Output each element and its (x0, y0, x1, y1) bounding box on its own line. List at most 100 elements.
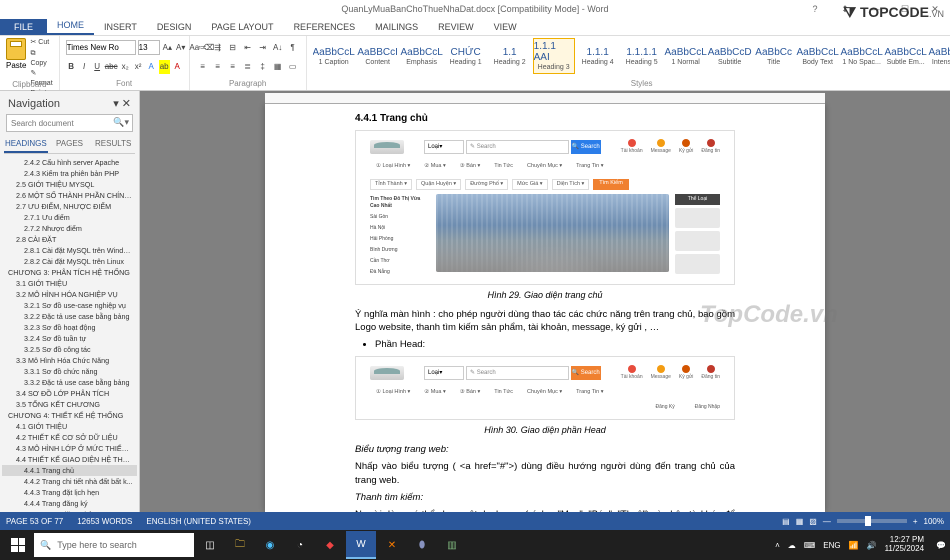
strike-icon[interactable]: abc (105, 60, 118, 74)
nav-item[interactable]: CHƯƠNG 4: THIẾT KẾ HỆ THỐNG (2, 410, 137, 421)
zoom-slider[interactable] (837, 519, 907, 523)
nav-item[interactable]: 3.3.2 Đặc tả use case bằng bảng (2, 377, 137, 388)
style-tile[interactable]: 1.1.1 AAIHeading 3 (533, 38, 575, 74)
nav-item[interactable]: 3.1 GIỚI THIỆU (2, 278, 137, 289)
align-center-icon[interactable]: ≡ (211, 60, 225, 74)
nav-item[interactable]: 3.2.2 Đặc tả use case bằng bảng (2, 311, 137, 322)
nav-close-icon[interactable]: ▾ ✕ (113, 97, 131, 110)
tray-keyboard-icon[interactable]: ⌨ (804, 541, 816, 550)
tab-review[interactable]: REVIEW (428, 19, 484, 35)
inc-indent-icon[interactable]: ⇥ (256, 40, 270, 54)
tab-references[interactable]: REFERENCES (284, 19, 366, 35)
tab-page-layout[interactable]: PAGE LAYOUT (201, 19, 283, 35)
nav-item[interactable]: 3.2.4 Sơ đồ tuần tự (2, 333, 137, 344)
italic-icon[interactable]: I (79, 60, 90, 74)
nav-item[interactable]: 3.2.1 Sơ đồ use-case nghiệp vụ (2, 300, 137, 311)
style-tile[interactable]: AaBBCcIContent (357, 38, 399, 74)
cut-button[interactable]: ✂ Cut (30, 38, 52, 48)
task-view-icon[interactable]: ◫ (196, 531, 224, 559)
font-name-input[interactable] (66, 40, 136, 55)
nav-tab-results[interactable]: RESULTS (91, 136, 135, 153)
bold-icon[interactable]: B (66, 60, 77, 74)
line-spacing-icon[interactable]: ‡ (256, 60, 270, 74)
nav-item[interactable]: 3.3.1 Sơ đồ chức năng (2, 366, 137, 377)
nav-tab-pages[interactable]: PAGES (48, 136, 92, 153)
tab-mailings[interactable]: MAILINGS (365, 19, 428, 35)
grow-font-icon[interactable]: A▴ (162, 40, 173, 54)
tab-design[interactable]: DESIGN (147, 19, 202, 35)
search-icon[interactable]: 🔍▾ (113, 117, 129, 128)
nav-item[interactable]: 4.4.2 Trang chi tiết nhà đất bất k... (2, 476, 137, 487)
style-tile[interactable]: 1.1Heading 2 (489, 38, 531, 74)
justify-icon[interactable]: ≣ (241, 60, 255, 74)
nav-item[interactable]: 4.2 THIẾT KẾ CƠ SỞ DỮ LIỆU (2, 432, 137, 443)
nav-item[interactable]: 3.3 Mô Hình Hóa Chức Năng (2, 355, 137, 366)
nav-tree[interactable]: 2.4.2 Cấu hình server Apache2.4.3 Kiểm t… (0, 154, 139, 512)
sort-icon[interactable]: A↓ (271, 40, 285, 54)
style-tile[interactable]: AaBbCcL1 No Spac... (841, 38, 883, 74)
notepad-icon[interactable]: ▥ (438, 531, 466, 559)
page[interactable]: 4.4.1 Trang chủ Loại ▾ ✎ Search 🔍 Search… (265, 104, 825, 512)
document-area[interactable]: 4.4.1 Trang chủ Loại ▾ ✎ Search 🔍 Search… (140, 91, 950, 512)
nav-item[interactable]: 2.8 CÀI ĐẶT (2, 234, 137, 245)
font-size-input[interactable] (138, 40, 160, 55)
dec-indent-icon[interactable]: ⇤ (241, 40, 255, 54)
shading-icon[interactable]: ▦ (271, 60, 285, 74)
bullets-icon[interactable]: ≔ (196, 40, 210, 54)
style-tile[interactable]: AaBbCcL1 Caption (313, 38, 355, 74)
style-tile[interactable]: 1.1.1.1Heading 5 (621, 38, 663, 74)
nav-item[interactable]: 2.8.1 Cài đặt MySQL trên Windo... (2, 245, 137, 256)
chrome-icon[interactable]: ◔ (286, 531, 314, 559)
superscript-icon[interactable]: x² (133, 60, 144, 74)
nav-item[interactable]: 4.3 MÔ HÌNH LỚP Ở MỨC THIẾT KẾ (2, 443, 137, 454)
nav-item[interactable]: 2.4.3 Kiểm tra phiên bản PHP (2, 168, 137, 179)
view-web-icon[interactable]: ▨ (809, 517, 817, 526)
tray-up-icon[interactable]: ˄ (775, 541, 780, 550)
tray-language-icon[interactable]: ENG (823, 541, 840, 550)
subscript-icon[interactable]: x₂ (120, 60, 131, 74)
style-tile[interactable]: CHỨCHeading 1 (445, 38, 487, 74)
explorer-icon[interactable]: 🗀 (226, 531, 254, 559)
nav-item[interactable]: 4.4 THIẾT KẾ GIAO DIỆN HỆ THỐNG (2, 454, 137, 465)
highlight-icon[interactable]: ab (159, 60, 170, 74)
zoom-value[interactable]: 100% (924, 517, 944, 526)
tray-wifi-icon[interactable]: 📶 (849, 541, 859, 550)
tab-file[interactable]: FILE (0, 19, 47, 35)
font-color-icon[interactable]: A (172, 60, 183, 74)
tray-cloud-icon[interactable]: ☁ (788, 541, 796, 550)
status-page[interactable]: PAGE 53 OF 77 (6, 517, 63, 526)
zoom-out-icon[interactable]: — (823, 517, 831, 526)
nav-item[interactable]: 3.4 SƠ ĐỒ LỚP PHÂN TÍCH (2, 388, 137, 399)
nav-item[interactable]: CHƯƠNG 3: PHÂN TÍCH HỆ THỐNG (2, 267, 137, 278)
borders-icon[interactable]: ▭ (286, 60, 300, 74)
nav-item[interactable]: 4.4.4 Trang đăng ký (2, 498, 137, 509)
view-read-icon[interactable]: ▤ (782, 517, 790, 526)
help-icon[interactable]: ? (800, 0, 830, 18)
style-tile[interactable]: AaBbCcL1 Normal (665, 38, 707, 74)
nav-item[interactable]: 3.2.3 Sơ đồ hoạt động (2, 322, 137, 333)
edge-icon[interactable]: ◉ (256, 531, 284, 559)
app-icon[interactable]: ◆ (316, 531, 344, 559)
paste-button[interactable]: Paste (6, 38, 26, 78)
style-tile[interactable]: AaBbCcLSubtle Em... (885, 38, 927, 74)
tab-insert[interactable]: INSERT (94, 19, 147, 35)
style-tile[interactable]: AaBbCcLBody Text (797, 38, 839, 74)
php-icon[interactable]: ⬮ (408, 531, 436, 559)
nav-item[interactable]: 2.7.1 Ưu điểm (2, 212, 137, 223)
style-tile[interactable]: 1.1.1Heading 4 (577, 38, 619, 74)
align-left-icon[interactable]: ≡ (196, 60, 210, 74)
tray-clock[interactable]: 12:27 PM11/25/2024 (885, 536, 928, 554)
view-print-icon[interactable]: ▦ (796, 517, 804, 526)
status-words[interactable]: 12653 WORDS (77, 517, 132, 526)
nav-item[interactable]: 2.7.2 Nhược điểm (2, 223, 137, 234)
style-tile[interactable]: AaBbCcLIntense E... (929, 38, 950, 74)
tab-view[interactable]: VIEW (484, 19, 527, 35)
xampp-icon[interactable]: ✕ (378, 531, 406, 559)
numbering-icon[interactable]: ⇶ (211, 40, 225, 54)
multilevel-icon[interactable]: ⊟ (226, 40, 240, 54)
text-effects-icon[interactable]: A (146, 60, 157, 74)
nav-item[interactable]: 3.2 MÔ HÌNH HÓA NGHIỆP VỤ (2, 289, 137, 300)
nav-item[interactable]: 4.4.3 Trang đặt lịch hẹn (2, 487, 137, 498)
taskbar-search[interactable]: 🔍 Type here to search (34, 533, 194, 557)
copy-button[interactable]: ⧉ Copy (30, 49, 52, 69)
